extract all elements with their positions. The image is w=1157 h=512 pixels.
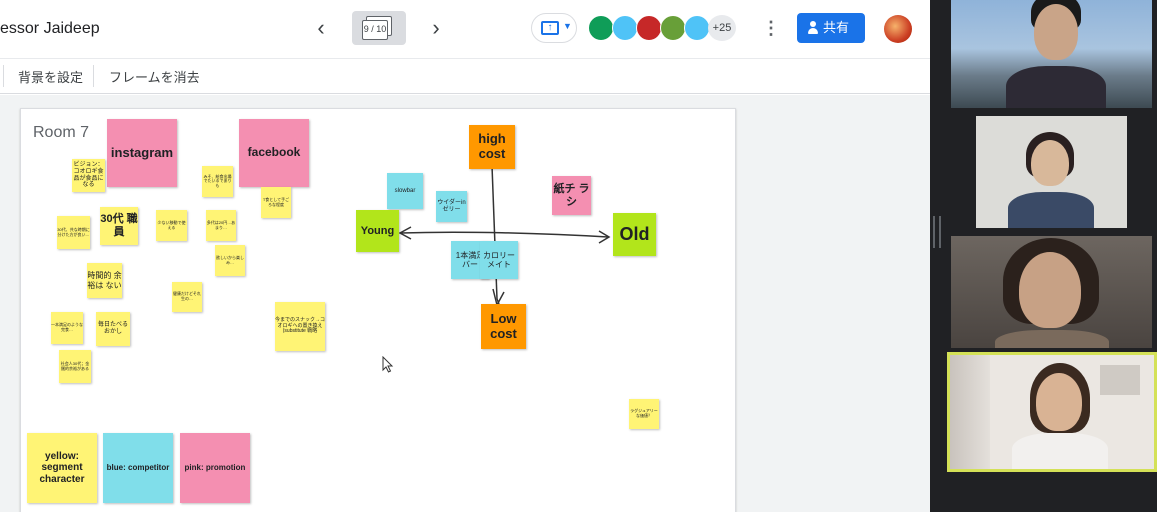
sticky-note-hardly-use[interactable]: 少ない移動で使える (156, 210, 187, 241)
sticky-note-time-margin[interactable]: 時間的 余裕は ない (87, 263, 122, 298)
sticky-note-snack[interactable]: T食として手ごろな程度 (261, 187, 291, 218)
user-avatar[interactable] (884, 15, 912, 43)
frame-counter-button[interactable]: 9 / 10 (352, 11, 406, 45)
participant-avatar[interactable] (660, 15, 686, 41)
sticky-note-weider[interactable]: ウイダーin ゼリー (436, 191, 467, 222)
person-add-icon (808, 21, 818, 35)
more-participants-count[interactable]: +25 (708, 15, 736, 41)
toolbar-divider (3, 65, 4, 87)
sticky-note-daily-eat[interactable]: 毎日たべるおかし (96, 312, 130, 346)
sticky-note-want-enjoy[interactable]: 欲しいから楽しみ… (215, 245, 245, 276)
sticky-note-health[interactable]: 健康だけどそれ生の… (172, 282, 202, 312)
chevron-right-icon[interactable]: › (422, 16, 450, 42)
present-to-screen-icon: ↑ (541, 21, 559, 35)
share-label: 共有 (823, 20, 850, 35)
chevron-left-icon[interactable]: ‹ (307, 16, 335, 42)
sticky-note-slowbar[interactable]: slowbar (387, 173, 423, 209)
canvas-area: Room 7 instagram facebook ビジョン：コオロギ食品が食品… (0, 95, 930, 512)
sticky-note-vision[interactable]: ビジョン：コオロギ食品が食品になる (72, 159, 105, 192)
sticky-note-instagram[interactable]: instagram (107, 119, 177, 187)
toolbar-divider (93, 65, 94, 87)
sticky-note-one-stick[interactable]: 一本満足のような完食… (51, 312, 83, 344)
legend-note-pink[interactable]: pink: promotion (180, 433, 250, 503)
sticky-note-low-cost[interactable]: Low cost (481, 304, 526, 349)
set-background-button[interactable]: 背景を設定 (18, 67, 83, 86)
sticky-note-twenty-cost[interactable]: 多代は20円…あまり… (206, 210, 236, 241)
mouse-cursor-icon (382, 356, 394, 373)
video-tile-participant-4-active[interactable] (947, 352, 1157, 472)
whiteboard-frame[interactable]: Room 7 instagram facebook ビジョン：コオロギ食品が食品… (20, 108, 736, 512)
sticky-note-worker-30s[interactable]: 社会人30代；金銭的余裕がある (59, 350, 91, 383)
caret-down-icon: ▼ (563, 21, 572, 31)
sticky-note-luxury[interactable]: ラグジュアリーな価値？ (629, 399, 659, 429)
video-tile-participant-3[interactable] (951, 236, 1152, 348)
share-button[interactable]: 共有 (797, 13, 865, 43)
sticky-note-old[interactable]: Old (613, 213, 656, 256)
frame-counter-label: 9 / 10 (362, 20, 388, 40)
panel-resize-handle[interactable] (933, 216, 941, 248)
participant-avatar[interactable] (612, 15, 638, 41)
sticky-note-calorie-mate[interactable]: カロリーメイト (480, 241, 518, 279)
video-tile-participant-2[interactable] (976, 116, 1127, 228)
participant-avatar[interactable] (636, 15, 662, 41)
sticky-note-young[interactable]: Young (356, 210, 399, 252)
jamboard-app: essor Jaideep ‹ 9 / 10 › ↑ ▼ +25 ⋮ 共有 背景… (0, 0, 930, 512)
clear-frame-button[interactable]: フレームを消去 (109, 67, 200, 86)
document-title[interactable]: essor Jaideep (0, 20, 100, 38)
participant-avatar[interactable] (588, 15, 614, 41)
sticky-note-until-now[interactable]: 今までのスナック→コオロギへの置き換え (substitute 戦略 (275, 302, 325, 351)
sticky-note-thirties-staff[interactable]: 30代 職員 (100, 207, 138, 245)
sticky-note-facebook[interactable]: facebook (239, 119, 309, 187)
sticky-note-flyer[interactable]: 紙チ ラシ (552, 176, 591, 215)
legend-note-blue[interactable]: blue: competitor (103, 433, 173, 503)
sticky-note-miso[interactable]: みそ、給食出場でたいるでありも (202, 166, 233, 197)
legend-note-yellow[interactable]: yellow: segment character (27, 433, 97, 503)
frame-toolbar: 背景を設定 フレームを消去 (0, 58, 930, 94)
present-button[interactable]: ↑ ▼ (531, 13, 577, 43)
top-bar: essor Jaideep ‹ 9 / 10 › ↑ ▼ +25 ⋮ 共有 (0, 0, 930, 58)
sticky-note-high-cost[interactable]: high cost (469, 125, 515, 169)
participant-avatar[interactable] (684, 15, 710, 41)
video-tile-participant-1[interactable] (951, 0, 1152, 108)
sticky-note-thirties-age[interactable]: 30代、共な時期に分けた方が良い… (57, 216, 90, 249)
more-vert-icon[interactable]: ⋮ (762, 16, 780, 40)
